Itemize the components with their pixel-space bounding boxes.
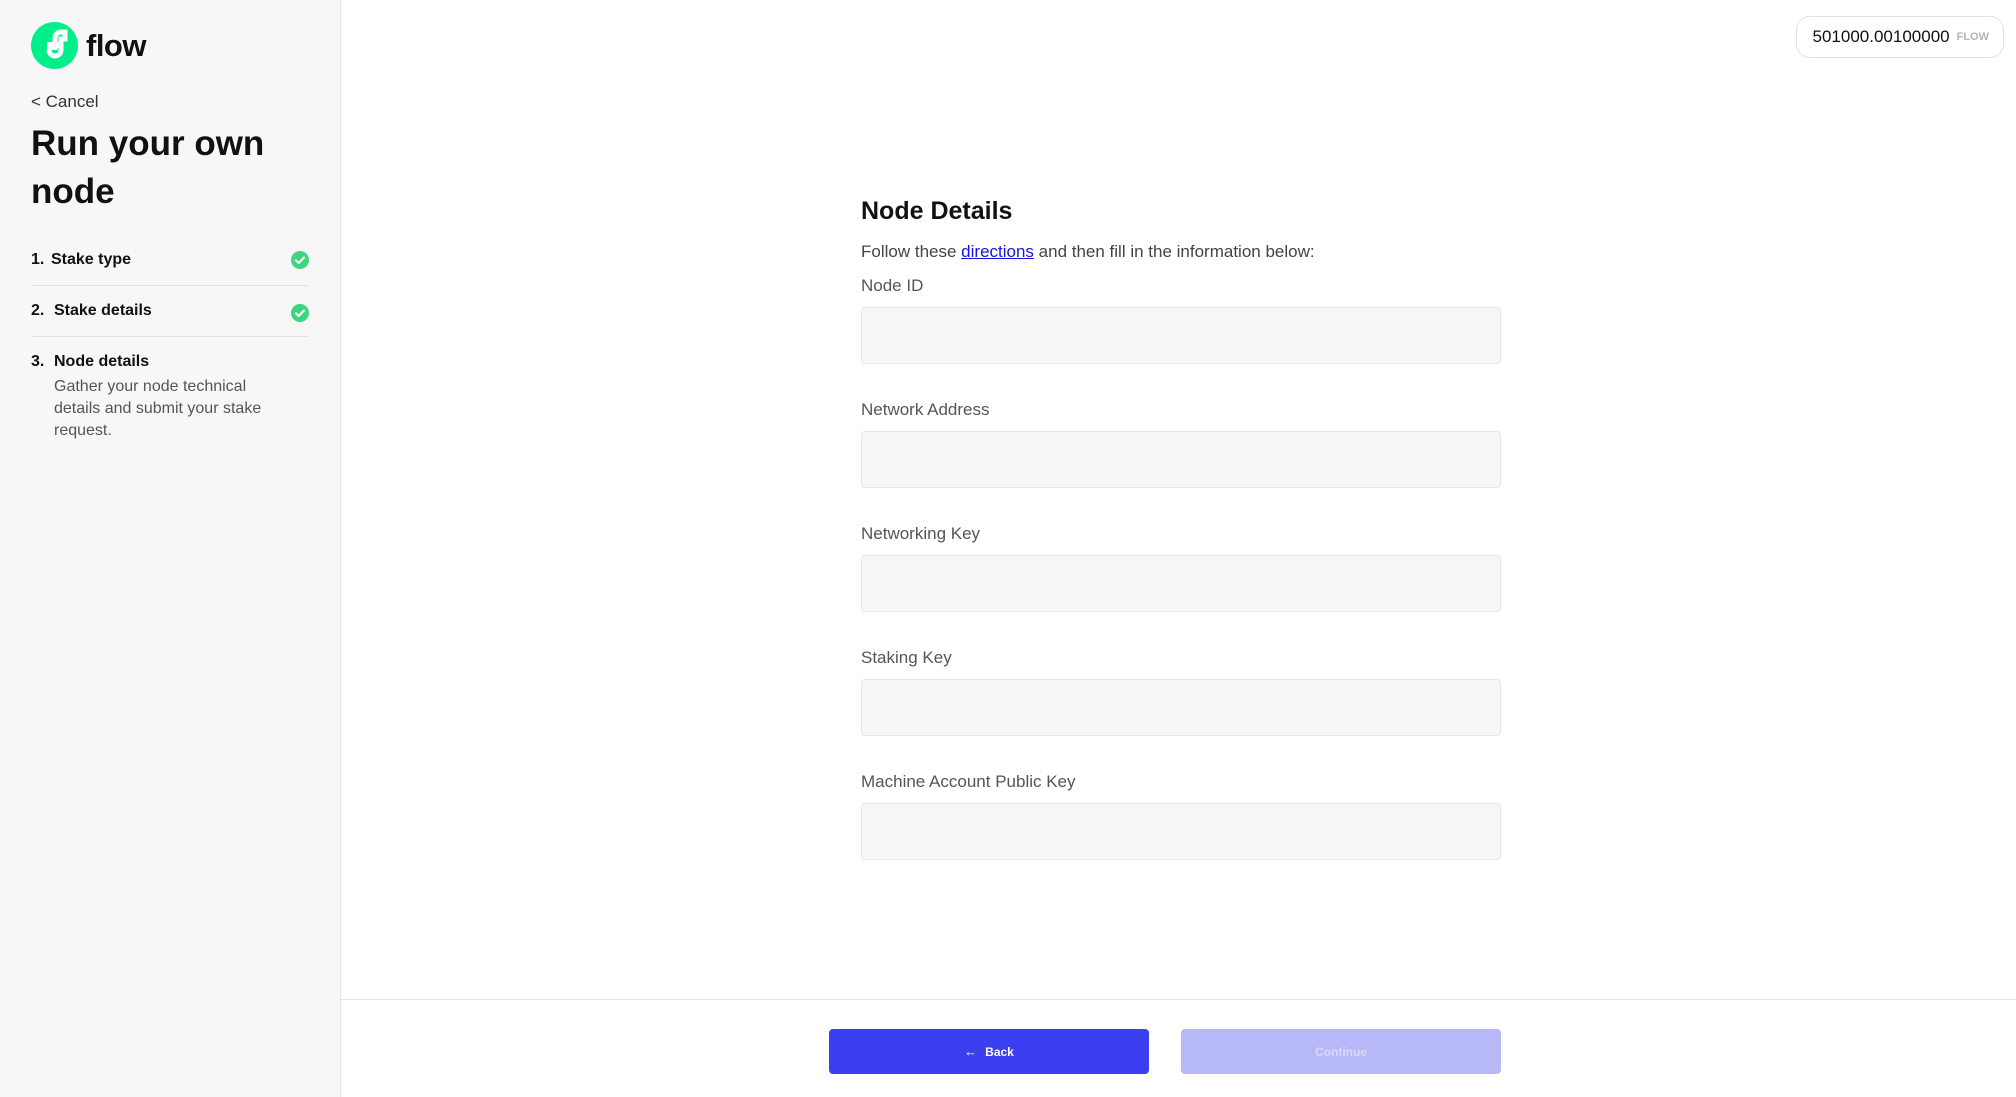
step-label: Stake type (51, 251, 132, 268)
step-label: Node details (54, 353, 150, 370)
continue-button[interactable]: Continue (1181, 1029, 1501, 1074)
stepper: 1. Stake type 2. Stake details 3. Node d… (31, 233, 309, 458)
intro-text-after: and then fill in the information below: (1033, 242, 1315, 261)
network-address-label: Network Address (861, 400, 990, 419)
field-staking-key: Staking Key (861, 648, 1501, 736)
step-label: Stake details (54, 302, 152, 319)
step-number: 1. (31, 251, 45, 268)
node-details-form: Node Details Follow these directions and… (861, 194, 1501, 860)
footer-bar: ← Back Continue (341, 999, 2016, 1097)
step-description: Gather your node technical details and s… (54, 378, 262, 439)
flow-logo[interactable]: flow (31, 22, 147, 69)
field-node-id: Node ID (861, 276, 1501, 364)
sidebar: flow < Cancel Run your own node 1. Stake… (0, 0, 341, 1097)
step-node-details: 3. Node details Gather your node technic… (31, 337, 309, 458)
directions-link[interactable]: directions (961, 242, 1034, 261)
field-networking-key: Networking Key (861, 524, 1501, 612)
field-network-address: Network Address (861, 400, 1501, 488)
form-intro: Follow these directions and then fill in… (861, 242, 1501, 262)
check-circle-icon (291, 251, 309, 269)
back-label: Back (985, 1044, 1014, 1059)
balance-badge[interactable]: 501000.00100000 FLOW (1795, 16, 2004, 58)
machine-account-key-input[interactable] (861, 803, 1501, 860)
intro-text-before: Follow these (861, 242, 962, 261)
arrow-left-icon: ← (964, 1044, 978, 1059)
logo-wordmark: flow (86, 27, 147, 63)
machine-account-key-label: Machine Account Public Key (861, 772, 1076, 791)
networking-key-label: Networking Key (861, 524, 981, 543)
balance-unit: FLOW (1956, 31, 1989, 43)
step-stake-details[interactable]: 2. Stake details (31, 286, 309, 337)
step-number: 3. (31, 353, 45, 370)
cancel-link[interactable]: < Cancel (31, 92, 99, 112)
flow-logo-icon (31, 22, 78, 69)
page-title: Run your own node (31, 124, 265, 211)
check-circle-icon (291, 304, 309, 322)
step-number: 2. (31, 302, 45, 319)
continue-label: Continue (1315, 1044, 1367, 1059)
step-stake-type[interactable]: 1. Stake type (31, 233, 309, 286)
back-button[interactable]: ← Back (829, 1029, 1149, 1074)
field-machine-account-key: Machine Account Public Key (861, 772, 1501, 860)
balance-amount: 501000.00100000 (1812, 27, 1950, 46)
node-id-input[interactable] (861, 307, 1501, 364)
network-address-input[interactable] (861, 431, 1501, 488)
staking-key-label: Staking Key (861, 648, 952, 667)
form-title: Node Details (861, 197, 1013, 225)
networking-key-input[interactable] (861, 555, 1501, 612)
staking-key-input[interactable] (861, 679, 1501, 736)
node-id-label: Node ID (861, 276, 924, 295)
